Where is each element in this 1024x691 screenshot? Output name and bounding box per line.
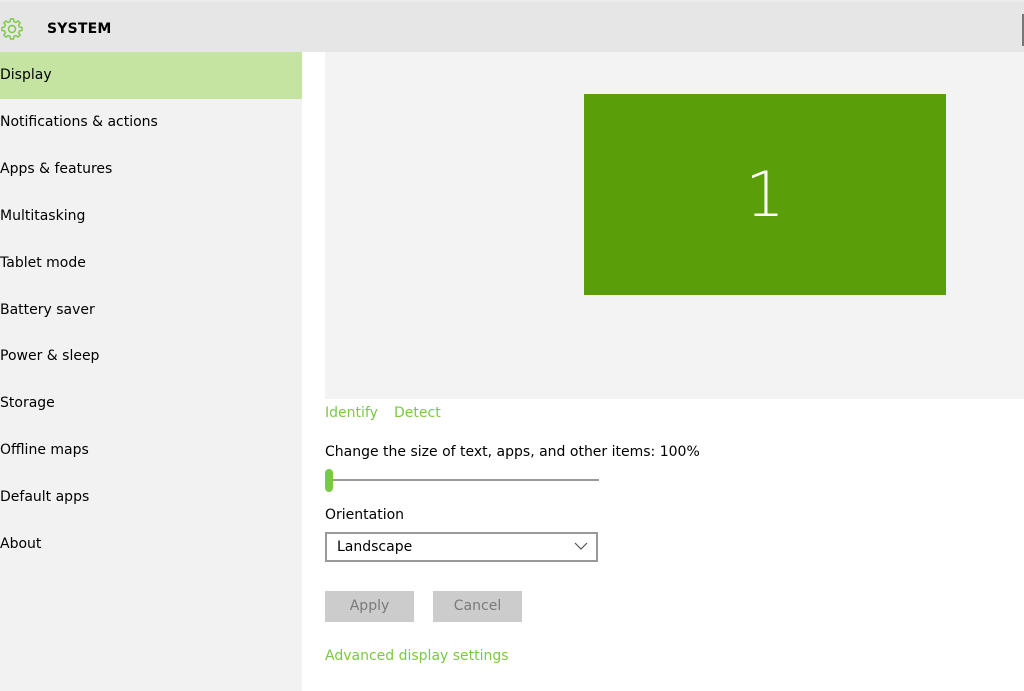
sidebar-item-power-sleep[interactable]: Power & sleep bbox=[0, 333, 302, 380]
scale-label: Change the size of text, apps, and other… bbox=[325, 444, 700, 460]
sidebar-item-battery-saver[interactable]: Battery saver bbox=[0, 287, 302, 334]
sidebar-item-default-apps[interactable]: Default apps bbox=[0, 474, 302, 521]
monitor-1[interactable]: 1 bbox=[584, 94, 946, 295]
sidebar-item-display[interactable]: Display bbox=[0, 52, 302, 99]
scale-slider-track[interactable] bbox=[328, 479, 599, 481]
sidebar-item-about[interactable]: About bbox=[0, 521, 302, 568]
cancel-button[interactable]: Cancel bbox=[433, 591, 522, 622]
identify-link[interactable]: Identify bbox=[325, 405, 378, 421]
orientation-value: Landscape bbox=[337, 539, 413, 555]
sidebar-item-offline-maps[interactable]: Offline maps bbox=[0, 427, 302, 474]
page-title: SYSTEM bbox=[47, 21, 112, 37]
apply-button[interactable]: Apply bbox=[325, 591, 414, 622]
advanced-display-settings-link[interactable]: Advanced display settings bbox=[325, 648, 509, 664]
chevron-down-icon bbox=[574, 542, 588, 550]
gear-icon bbox=[1, 18, 23, 40]
scale-slider-thumb[interactable] bbox=[325, 469, 333, 492]
sidebar-item-multitasking[interactable]: Multitasking bbox=[0, 193, 302, 240]
sidebar-item-notifications[interactable]: Notifications & actions bbox=[0, 99, 302, 146]
display-preview: 1 bbox=[325, 52, 1024, 399]
sidebar: Display Notifications & actions Apps & f… bbox=[0, 52, 302, 691]
orientation-dropdown[interactable]: Landscape bbox=[325, 532, 598, 562]
sidebar-item-storage[interactable]: Storage bbox=[0, 380, 302, 427]
detect-link[interactable]: Detect bbox=[394, 405, 441, 421]
sidebar-item-apps-features[interactable]: Apps & features bbox=[0, 146, 302, 193]
title-bar: SYSTEM bbox=[0, 0, 1024, 52]
sidebar-item-tablet-mode[interactable]: Tablet mode bbox=[0, 240, 302, 287]
orientation-label: Orientation bbox=[325, 507, 405, 523]
